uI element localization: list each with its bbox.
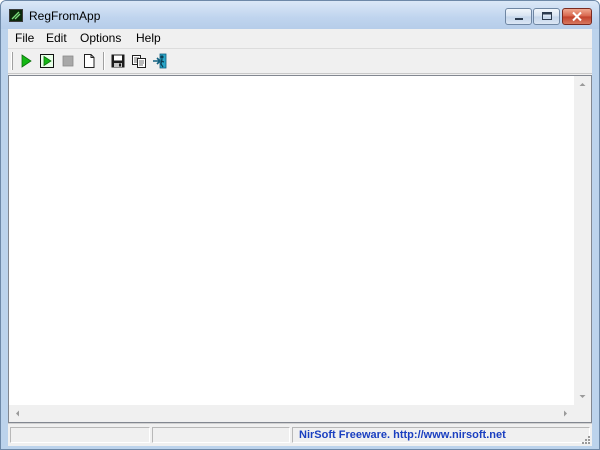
results-list[interactable] [8,75,592,423]
vertical-scrollbar[interactable] [574,76,591,405]
scroll-left-arrow-icon[interactable] [9,405,26,422]
regfromapp-app-icon[interactable] [9,9,23,22]
scroll-right-arrow-icon[interactable] [557,405,574,422]
status-link-panel: NirSoft Freeware. http://www.nirsoft.net [292,427,590,443]
stop-icon[interactable] [59,52,77,70]
scroll-up-arrow-icon[interactable] [574,76,591,93]
window-title: RegFromApp [29,9,101,23]
scroll-down-arrow-icon[interactable] [574,388,591,405]
minimize-button[interactable] [505,8,532,25]
close-button[interactable] [562,8,592,25]
copy-icon[interactable] [130,52,148,70]
play-selected-icon[interactable] [38,52,56,70]
save-icon[interactable] [109,52,127,70]
exit-icon[interactable] [151,52,169,70]
status-bar: NirSoft Freeware. http://www.nirsoft.net [8,423,592,446]
title-bar[interactable]: RegFromApp [1,1,599,29]
toolbar-separator [103,52,105,70]
menu-help[interactable]: Help [136,31,161,45]
horizontal-scrollbar[interactable] [9,405,574,422]
resize-grip-icon[interactable] [579,433,591,445]
maximize-button[interactable] [533,8,560,25]
menu-options[interactable]: Options [80,31,121,45]
new-document-icon[interactable] [80,52,98,70]
status-panel [10,427,150,443]
menu-bar: File Edit Options Help [8,29,592,49]
scrollbar-corner [574,405,591,422]
status-panel [152,427,290,443]
play-icon[interactable] [17,52,35,70]
toolbar-grip [11,52,13,70]
menu-file[interactable]: File [15,31,34,45]
toolbar [8,49,592,74]
client-area: File Edit Options Help NirSoft Freeware.… [8,29,592,446]
menu-edit[interactable]: Edit [46,31,67,45]
app-window: RegFromApp File Edit Options Help NirSof… [0,0,600,450]
nirsoft-link[interactable]: NirSoft Freeware. http://www.nirsoft.net [299,429,506,441]
